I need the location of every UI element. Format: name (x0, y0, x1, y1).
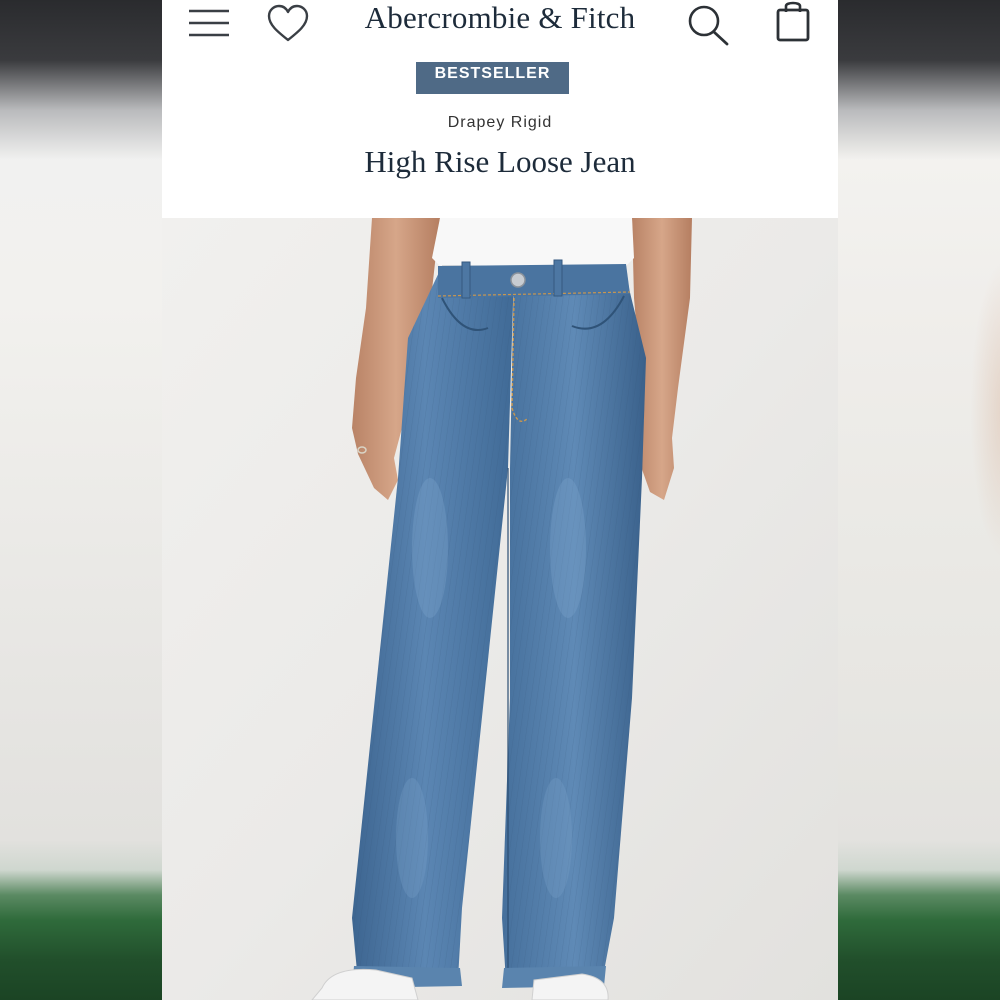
search-icon[interactable] (686, 2, 730, 46)
product-photo[interactable] (162, 218, 838, 1000)
product-fit-label: Drapey Rigid (447, 114, 553, 131)
blurred-background-left (0, 0, 162, 1000)
brand-logo[interactable]: Abercrombie & Fitch (162, 0, 838, 36)
shopping-bag-icon[interactable] (774, 0, 814, 44)
product-title: High Rise Loose Jean (364, 144, 636, 179)
top-navigation-bar: Abercrombie & Fitch (162, 0, 838, 48)
bestseller-badge: BESTSELLER (416, 62, 569, 94)
product-page: Abercrombie & Fitch BESTSELLER Drapey Ri… (162, 0, 838, 1000)
blurred-background-right (838, 0, 1000, 1000)
jeans-model-photo (162, 218, 838, 1000)
